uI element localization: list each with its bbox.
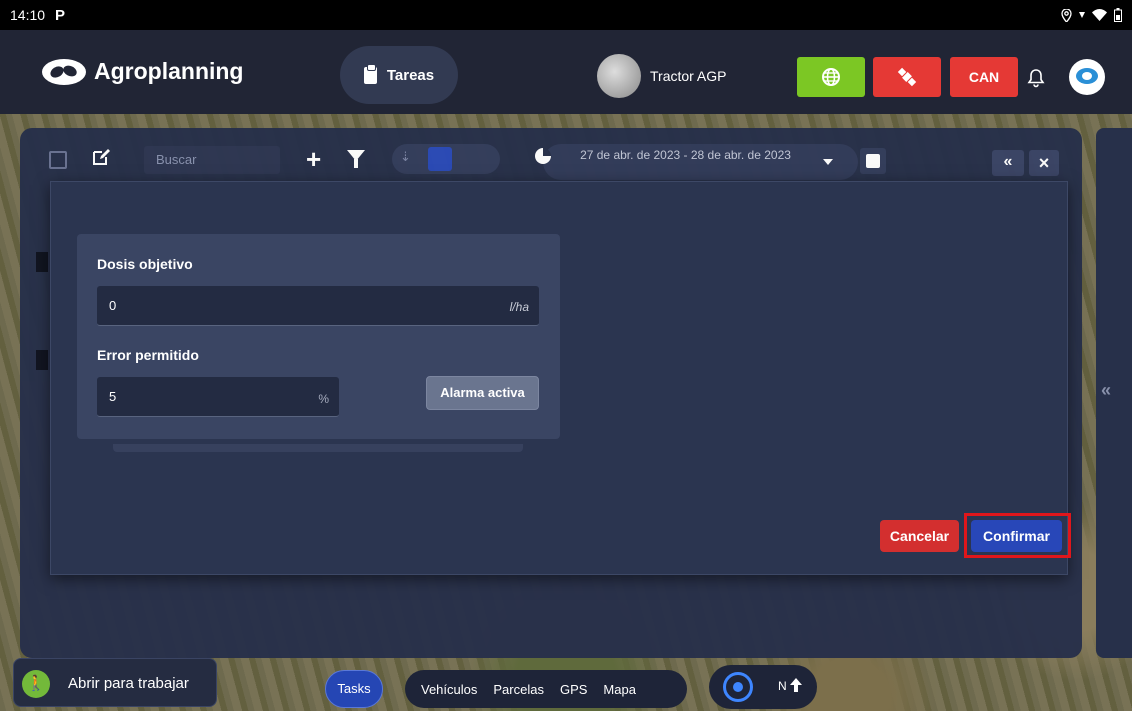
tareas-button[interactable]: Tareas bbox=[340, 46, 458, 104]
nav-vehicles[interactable]: Vehículos bbox=[421, 682, 477, 697]
expand-panel-icon[interactable]: « bbox=[1101, 380, 1111, 401]
target-dose-label: Dosis objetivo bbox=[97, 256, 193, 272]
tractor-avatar[interactable] bbox=[597, 54, 641, 98]
user-avatar[interactable] bbox=[1069, 59, 1105, 95]
location-icon bbox=[1061, 8, 1072, 22]
signal-icon bbox=[1079, 12, 1085, 18]
card-shadow bbox=[113, 444, 523, 452]
bottom-nav: Vehículos Parcelas GPS Mapa bbox=[405, 670, 687, 708]
status-bar: 14:10 P bbox=[0, 0, 1132, 30]
view-toggle[interactable]: ⇣ bbox=[392, 144, 500, 174]
nav-gps[interactable]: GPS bbox=[560, 682, 587, 697]
arrow-up-icon bbox=[790, 678, 803, 692]
locate-control[interactable]: N bbox=[709, 665, 817, 709]
confirm-button[interactable]: Confirmar bbox=[971, 520, 1062, 552]
cancel-button[interactable]: Cancelar bbox=[880, 520, 959, 552]
brand: Agroplanning bbox=[40, 56, 243, 86]
can-label: CAN bbox=[968, 69, 1000, 85]
crosshair-icon[interactable] bbox=[723, 672, 753, 702]
wifi-icon bbox=[1092, 9, 1107, 21]
target-dose-input[interactable]: 0 l/ha bbox=[97, 286, 539, 326]
brand-logo-icon bbox=[42, 59, 86, 85]
allowed-error-value: 5 bbox=[109, 389, 117, 404]
battery-icon bbox=[1114, 8, 1122, 22]
target-dose-unit: l/ha bbox=[509, 300, 529, 314]
nav-map[interactable]: Mapa bbox=[603, 682, 636, 697]
allowed-error-input[interactable]: 5 % bbox=[97, 377, 339, 417]
chevron-down-icon[interactable] bbox=[823, 159, 833, 165]
filter-icon[interactable] bbox=[347, 150, 365, 168]
clipboard-icon bbox=[363, 63, 377, 84]
status-time: 14:10 bbox=[10, 7, 46, 23]
allowed-error-unit: % bbox=[318, 392, 329, 406]
agroplanning-avatar-icon bbox=[1076, 68, 1098, 84]
edit-icon[interactable] bbox=[92, 148, 110, 166]
target-dose-value: 0 bbox=[109, 298, 117, 313]
bell-icon[interactable] bbox=[1027, 68, 1045, 88]
satellite-icon bbox=[897, 67, 917, 87]
walking-icon: 🚶 bbox=[22, 670, 50, 698]
sort-icon[interactable]: ⇣ bbox=[400, 149, 411, 165]
satellite-button[interactable] bbox=[873, 57, 941, 97]
open-to-work-label: Abrir para trabajar bbox=[68, 675, 189, 692]
table-row-marker bbox=[36, 252, 48, 272]
globe-button[interactable] bbox=[797, 57, 865, 97]
tareas-label: Tareas bbox=[386, 66, 435, 84]
add-icon[interactable]: + bbox=[306, 144, 321, 175]
nav-plots[interactable]: Parcelas bbox=[493, 682, 544, 697]
brand-name: Agroplanning bbox=[94, 57, 244, 84]
calendar-icon[interactable] bbox=[860, 148, 886, 174]
north-label: N bbox=[778, 679, 787, 693]
open-to-work-button[interactable]: 🚶 Abrir para trabajar bbox=[13, 658, 217, 707]
select-all-checkbox[interactable] bbox=[49, 151, 67, 169]
right-rail[interactable]: « bbox=[1096, 128, 1132, 658]
can-button[interactable]: CAN bbox=[950, 57, 1018, 97]
user-filter-icon[interactable] bbox=[428, 147, 452, 171]
north-indicator[interactable]: N bbox=[778, 678, 803, 693]
allowed-error-label: Error permitido bbox=[97, 347, 199, 363]
confirm-highlight: Confirmar bbox=[964, 513, 1071, 558]
alarm-active-button[interactable]: Alarma activa bbox=[426, 376, 539, 410]
globe-icon bbox=[822, 68, 840, 86]
vehicle-name[interactable]: Tractor AGP bbox=[650, 68, 727, 84]
search-input[interactable] bbox=[144, 146, 280, 174]
tasks-toolbar: + ⇣ 27 de abr. de 2023 - 28 de abr. de 2… bbox=[20, 128, 1082, 180]
dose-card: Dosis objetivo 0 l/ha Error permitido 5 … bbox=[77, 234, 560, 439]
parking-app-icon: P bbox=[55, 6, 66, 24]
app-header: Agroplanning Tareas Tractor AGP CAN bbox=[0, 30, 1132, 114]
tasks-tab[interactable]: Tasks bbox=[325, 670, 383, 708]
dose-dialog: Dosis objetivo 0 l/ha Error permitido 5 … bbox=[50, 181, 1071, 575]
date-range-selector[interactable]: 27 de abr. de 2023 - 28 de abr. de 2023 bbox=[543, 144, 858, 180]
close-panel-button[interactable]: × bbox=[1029, 150, 1059, 176]
collapse-panel-button[interactable]: « bbox=[992, 150, 1024, 176]
table-row-marker bbox=[36, 350, 48, 370]
pie-chart-icon[interactable] bbox=[535, 148, 551, 164]
system-icons bbox=[1061, 8, 1122, 22]
